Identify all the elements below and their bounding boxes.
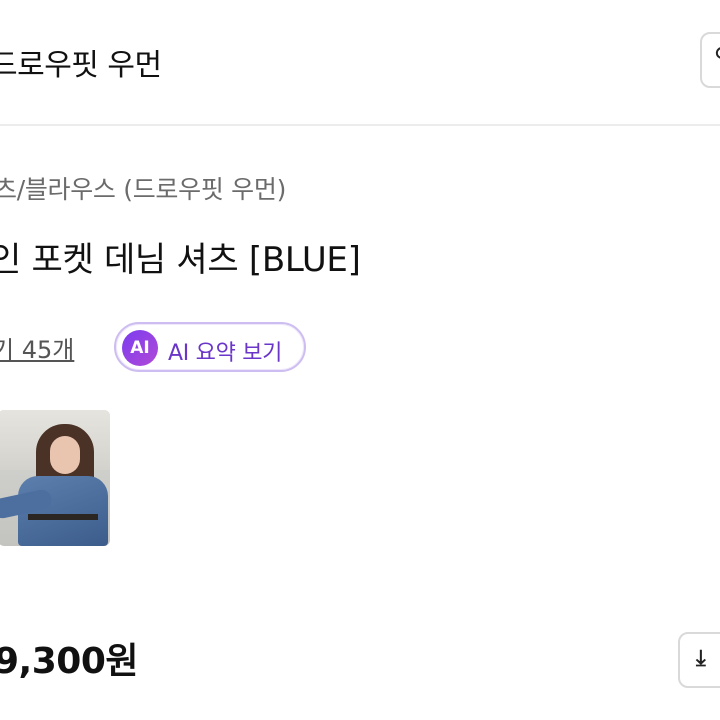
product-price: 9,300원 [0,641,139,682]
product-thumbnail[interactable] [0,410,110,546]
review-link[interactable]: 기 45개 [0,330,74,365]
ai-summary-label: AI 요약 보기 [168,341,283,366]
search-icon: ⚲ [714,44,720,69]
product-title: 인 포켓 데님 셔츠 [BLUE] [0,240,361,280]
search-button[interactable]: ⚲ [700,32,720,88]
page-header: 드로우핏 우먼 ⚲ [0,0,720,126]
category-breadcrumb[interactable]: 츠/블라우스 (드로우핏 우먼) [0,170,286,206]
ai-summary-button[interactable]: AI AI 요약 보기 [114,322,306,372]
download-icon: ⤓ [696,646,706,671]
ai-badge-icon: AI [122,330,158,366]
download-coupon-button[interactable]: ⤓ [678,632,720,688]
brand-title[interactable]: 드로우핏 우먼 [0,40,162,84]
